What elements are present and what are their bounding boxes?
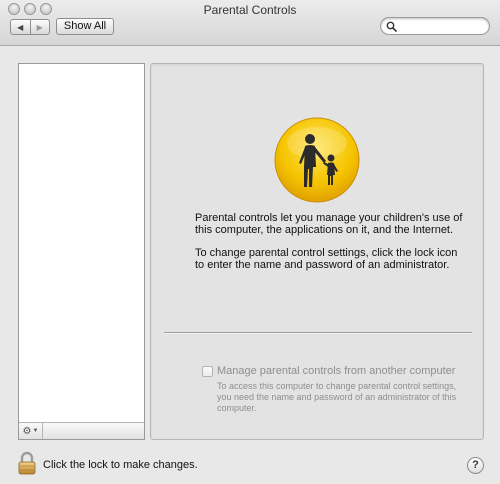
main-pane: Parental controls let you manage your ch…	[150, 63, 484, 440]
show-all-button[interactable]: Show All	[56, 18, 114, 35]
chevron-down-icon: ▼	[32, 428, 39, 434]
search-input[interactable]	[399, 19, 485, 33]
lock-label: Click the lock to make changes.	[43, 459, 198, 471]
action-menu-button[interactable]: ⚙ ▼	[19, 423, 43, 439]
description-paragraph-1: Parental controls let you manage your ch…	[195, 212, 463, 236]
gear-icon: ⚙	[22, 425, 32, 437]
remote-manage-option: Manage parental controls from another co…	[202, 365, 455, 377]
description-paragraph-2: To change parental control settings, cli…	[195, 247, 458, 271]
window-title: Parental Controls	[203, 3, 297, 17]
remote-manage-label: Manage parental controls from another co…	[217, 365, 456, 377]
search-field[interactable]	[380, 17, 490, 35]
divider	[164, 332, 472, 334]
account-list: ⚙ ▼	[18, 63, 145, 440]
description-text: Parental controls let you manage your ch…	[195, 212, 469, 271]
back-arrow-icon[interactable]: ◀	[11, 20, 30, 34]
remote-manage-description: To access this computer to change parent…	[217, 381, 457, 413]
account-list-footer: ⚙ ▼	[19, 422, 144, 439]
preferences-window: Parental Controls ◀ ▶ Show All ⚙ ▼ Paren…	[0, 0, 500, 484]
toolbar: Parental Controls ◀ ▶ Show All	[0, 0, 500, 46]
account-list-body[interactable]	[19, 64, 144, 422]
help-button[interactable]: ?	[467, 457, 484, 474]
parent-child-icon	[274, 117, 360, 203]
lock-icon[interactable]	[17, 451, 37, 475]
search-icon	[386, 21, 397, 32]
nav-segmented-control: ◀ ▶	[10, 19, 50, 35]
remote-manage-checkbox[interactable]	[202, 365, 213, 377]
forward-arrow-icon[interactable]: ▶	[29, 20, 50, 34]
